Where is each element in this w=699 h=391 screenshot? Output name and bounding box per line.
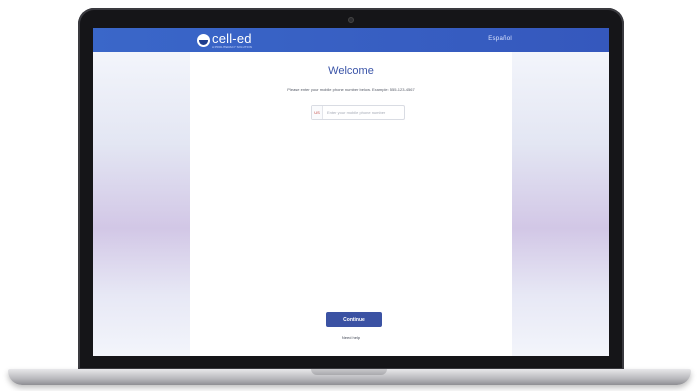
us-flag-icon[interactable]: US	[312, 106, 323, 119]
phone-number-field[interactable]: US	[311, 105, 405, 120]
logo-wordmark: cell-ed A PROLITERACY SOLUTION	[212, 32, 252, 49]
country-code: US	[314, 110, 320, 115]
right-side-panel	[512, 52, 609, 356]
welcome-card: Welcome Please enter your mobile phone n…	[190, 52, 512, 356]
laptop-notch	[311, 369, 387, 375]
need-help-link[interactable]: Need help	[190, 335, 512, 340]
instructions-text: Please enter your mobile phone number be…	[287, 87, 415, 92]
laptop-frame: cell-ed A PROLITERACY SOLUTION Español W…	[78, 8, 624, 370]
app-header: cell-ed A PROLITERACY SOLUTION Español	[93, 28, 609, 52]
left-side-panel	[93, 52, 190, 356]
logo-subtext: A PROLITERACY SOLUTION	[212, 44, 252, 49]
continue-button[interactable]: Continue	[326, 312, 382, 327]
logo-text: cell-ed	[212, 30, 252, 46]
laptop-base	[8, 369, 691, 385]
laptop-screen: cell-ed A PROLITERACY SOLUTION Español W…	[93, 28, 609, 356]
phone-number-input[interactable]	[323, 106, 403, 119]
camera-icon	[348, 17, 354, 23]
cell-ed-logo[interactable]: cell-ed A PROLITERACY SOLUTION	[197, 32, 252, 48]
language-link[interactable]: Español	[488, 36, 512, 42]
cell-ed-logo-icon	[197, 33, 210, 47]
page-title: Welcome	[328, 65, 374, 77]
